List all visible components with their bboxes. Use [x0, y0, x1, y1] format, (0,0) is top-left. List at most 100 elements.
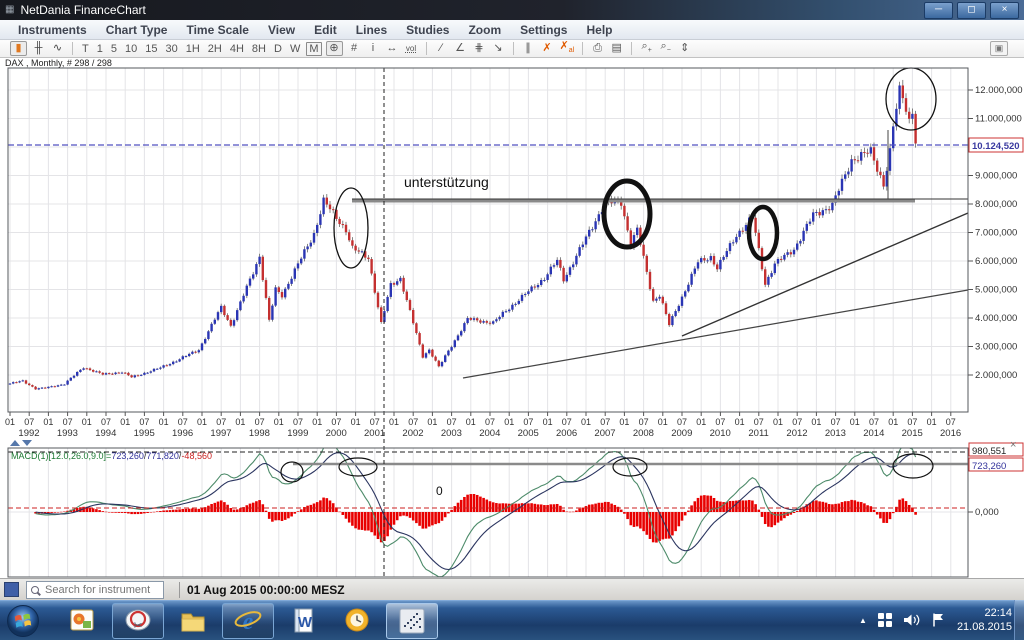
- arrow-tool-icon[interactable]: ↘: [491, 42, 506, 55]
- volume-icon[interactable]: vol: [404, 42, 419, 55]
- start-button[interactable]: [4, 602, 42, 640]
- tray-expand-icon[interactable]: ▲: [859, 616, 867, 625]
- svg-text:2012: 2012: [786, 428, 807, 439]
- search-box[interactable]: [26, 581, 164, 599]
- taskbar-internet-explorer[interactable]: e: [222, 603, 274, 639]
- taskbar-explorer[interactable]: [168, 604, 218, 638]
- chart-type-line-icon[interactable]: ∿: [50, 42, 65, 55]
- menu-view[interactable]: View: [268, 23, 295, 37]
- h-scroll-icon[interactable]: ↔: [385, 42, 400, 55]
- search-input[interactable]: [43, 583, 159, 597]
- taskbar-clock[interactable]: 22:14 21.08.2015: [957, 606, 1012, 634]
- svg-text:✂: ✂: [133, 620, 142, 632]
- network-icon[interactable]: [878, 613, 892, 627]
- taskbar-snipping-tool[interactable]: ✂: [112, 603, 164, 639]
- search-icon: [31, 586, 39, 594]
- svg-text:01: 01: [658, 417, 668, 427]
- taskbar-outlook[interactable]: [332, 604, 382, 638]
- popout-icon[interactable]: ▣: [990, 41, 1008, 56]
- close-button[interactable]: ×: [990, 2, 1019, 19]
- toolbar-separator: [513, 42, 514, 55]
- menu-time-scale[interactable]: Time Scale: [186, 23, 248, 37]
- svg-text:07: 07: [370, 417, 380, 427]
- zoom-in-icon[interactable]: ⌕+: [639, 40, 654, 57]
- svg-text:unterstützung: unterstützung: [404, 174, 489, 190]
- taskbar-financechart-app[interactable]: [386, 603, 438, 639]
- window-title: NetDania FinanceChart: [20, 3, 145, 17]
- svg-text:01: 01: [850, 417, 860, 427]
- svg-text:01: 01: [581, 417, 591, 427]
- snipping-tool-icon: ✂: [123, 606, 153, 636]
- menu-zoom[interactable]: Zoom: [468, 23, 501, 37]
- chart-canvas[interactable]: unterstützung012.000,00011.000,00010.000…: [0, 58, 1024, 578]
- svg-text:07: 07: [485, 417, 495, 427]
- svg-text:1996: 1996: [172, 428, 193, 439]
- svg-text:2007: 2007: [594, 428, 615, 439]
- action-center-flag-icon[interactable]: [931, 612, 946, 628]
- trend-line-icon[interactable]: ∕: [434, 42, 449, 55]
- print-icon[interactable]: ⎙: [590, 42, 605, 55]
- zoom-out-icon[interactable]: ⌕−: [658, 40, 673, 57]
- timeframe-d[interactable]: D: [272, 43, 284, 55]
- svg-text:07: 07: [216, 417, 226, 427]
- info-icon[interactable]: i: [366, 42, 381, 55]
- svg-text:2016: 2016: [940, 428, 961, 439]
- print-preview-icon[interactable]: ▤: [609, 42, 624, 55]
- taskbar-word[interactable]: W: [278, 604, 328, 638]
- timeframe-1[interactable]: 1: [95, 43, 105, 55]
- timeframe-8h[interactable]: 8H: [250, 43, 268, 55]
- timeframe-w[interactable]: W: [288, 43, 302, 55]
- macd-close-icon[interactable]: ×: [1010, 439, 1016, 451]
- menu-edit[interactable]: Edit: [314, 23, 337, 37]
- svg-text:07: 07: [255, 417, 265, 427]
- svg-text:0,000: 0,000: [975, 507, 999, 518]
- timeframe-5[interactable]: 5: [109, 43, 119, 55]
- svg-text:2008: 2008: [633, 428, 654, 439]
- restore-button[interactable]: ◻: [957, 2, 986, 19]
- delete-drawing-icon[interactable]: ✗: [540, 42, 555, 55]
- svg-text:07: 07: [677, 417, 687, 427]
- timeframe-4h[interactable]: 4H: [228, 43, 246, 55]
- timeframe-2h[interactable]: 2H: [206, 43, 224, 55]
- menu-settings[interactable]: Settings: [520, 23, 567, 37]
- svg-text:01: 01: [235, 417, 245, 427]
- svg-text:01: 01: [43, 417, 53, 427]
- timeframe-t[interactable]: T: [80, 43, 91, 55]
- timeframe-15[interactable]: 15: [143, 43, 159, 55]
- menu-help[interactable]: Help: [586, 23, 612, 37]
- svg-text:01: 01: [5, 417, 15, 427]
- svg-text:01: 01: [197, 417, 207, 427]
- timeframe-30[interactable]: 30: [163, 43, 179, 55]
- trend-angle-icon[interactable]: ∠: [453, 42, 468, 55]
- svg-text:1997: 1997: [210, 428, 231, 439]
- grid-lines-icon[interactable]: ⋕: [472, 42, 487, 55]
- svg-text:2001: 2001: [364, 428, 385, 439]
- fit-vertical-icon[interactable]: ⇕: [677, 42, 692, 55]
- menu-lines[interactable]: Lines: [356, 23, 387, 37]
- clock-time: 22:14: [957, 606, 1012, 620]
- svg-text:07: 07: [831, 417, 841, 427]
- timeframe-m[interactable]: M: [306, 42, 321, 56]
- chart-type-bars-icon[interactable]: ╫: [31, 42, 46, 55]
- timeframe-10[interactable]: 10: [123, 43, 139, 55]
- menu-instruments[interactable]: Instruments: [18, 23, 87, 37]
- toolbar-separator: [426, 42, 427, 55]
- parallel-lines-icon[interactable]: ∥: [521, 42, 536, 55]
- timeframe-1h[interactable]: 1H: [184, 43, 202, 55]
- svg-text:07: 07: [139, 417, 149, 427]
- taskbar-photo-viewer[interactable]: [58, 604, 108, 638]
- crosshair-icon[interactable]: ⊕: [326, 41, 343, 56]
- internet-explorer-icon: e: [232, 605, 264, 637]
- minimize-button[interactable]: ─: [924, 2, 953, 19]
- instrument-color-swatch[interactable]: [4, 582, 19, 597]
- volume-icon[interactable]: [903, 612, 920, 628]
- windows-logo-icon: [6, 604, 40, 638]
- toolbar-separator: [72, 42, 73, 55]
- delete-all-icon[interactable]: ✗al: [559, 40, 576, 57]
- show-desktop-button[interactable]: [1014, 600, 1024, 640]
- chart-type-candlestick-icon[interactable]: ▮: [10, 41, 27, 56]
- menu-studies[interactable]: Studies: [406, 23, 449, 37]
- grid-icon[interactable]: #: [347, 42, 362, 55]
- menu-chart-type[interactable]: Chart Type: [106, 23, 168, 37]
- svg-text:723,260: 723,260: [972, 461, 1006, 472]
